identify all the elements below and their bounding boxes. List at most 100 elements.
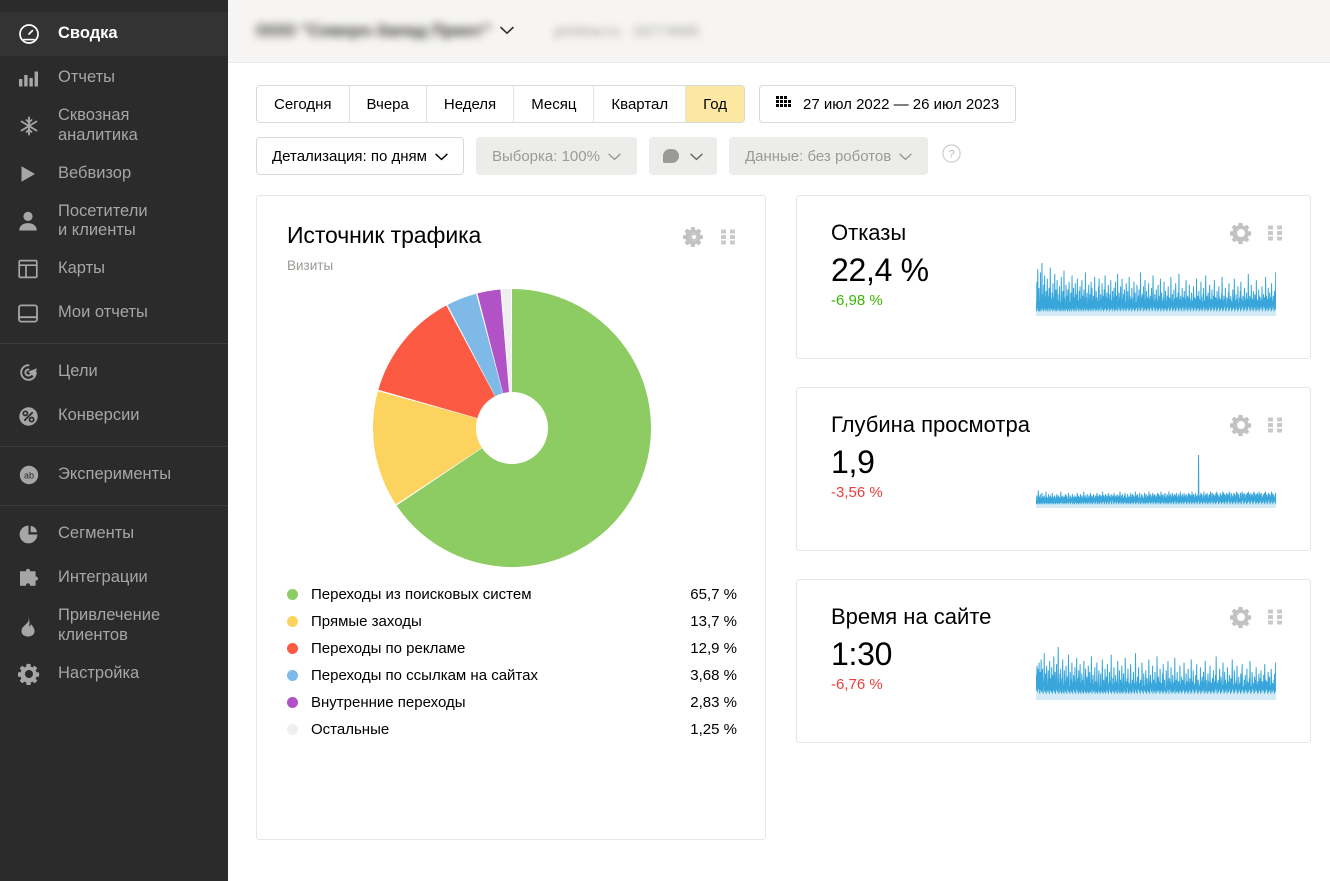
widget-title: Источник трафика: [287, 222, 482, 248]
legend-value: 3,68 %: [690, 667, 737, 684]
snowflake-icon: [18, 114, 48, 138]
percent-icon: [18, 404, 48, 428]
sidebar-group-3: Сегменты Интеграции Привлечение клиентов На…: [0, 505, 228, 704]
gauge-icon: [18, 22, 48, 46]
metric-title: Время на сайте: [831, 604, 992, 629]
flame-icon: [18, 614, 48, 638]
sampling-label: Выборка: 100%: [491, 147, 600, 165]
gear-icon[interactable]: [1229, 222, 1252, 249]
chart-legend: Переходы из поисковых систем 65,7 % Прямые…: [287, 581, 737, 743]
sidebar-item-label: Сквозная аналитика: [58, 106, 138, 144]
sampling-dropdown[interactable]: Выборка: 100%: [475, 137, 637, 175]
grid-icon[interactable]: [1266, 224, 1284, 247]
sidebar-item-label: Интеграции: [58, 568, 148, 587]
pie-icon: [18, 522, 48, 546]
date-range-picker[interactable]: 27 июл 2022 — 26 июл 2023: [759, 85, 1017, 123]
sidebar-item-goals[interactable]: Цели: [0, 350, 228, 394]
sidebar-item-label: Сегменты: [58, 524, 135, 543]
grid-icon[interactable]: [719, 228, 737, 251]
sidebar-item-experiments[interactable]: ab Эксперименты: [0, 453, 228, 497]
main-content: ООО "Северо-Запад Принт" printnw.ru · 18…: [228, 0, 1330, 881]
chevron-down-icon: [690, 148, 703, 165]
donut-chart[interactable]: [287, 289, 737, 567]
detalization-dropdown[interactable]: Детализация: по дням: [256, 137, 464, 175]
legend-label: Переходы из поисковых систем: [311, 586, 532, 603]
legend-color-dot: [287, 643, 298, 654]
legend-item[interactable]: Переходы из поисковых систем 65,7 %: [287, 581, 737, 608]
metric-title: Отказы: [831, 220, 907, 245]
legend-value: 12,9 %: [690, 640, 737, 657]
legend-color-dot: [287, 724, 298, 735]
speech-bubble-icon: [662, 149, 679, 163]
sidebar-item-my-reports[interactable]: Мои отчеты: [0, 291, 228, 335]
account-chevron-down-icon[interactable]: [500, 22, 515, 40]
chevron-down-icon: [899, 148, 912, 165]
sidebar-group-1: Цели Конверсии: [0, 343, 228, 446]
sidebar-item-customer-acquisition[interactable]: Привлечение клиентов: [0, 600, 228, 652]
sidebar-item-visitors-and-clients[interactable]: Посетители и клиенты: [0, 196, 228, 248]
date-range-label: 27 июл 2022 — 26 июл 2023: [803, 95, 1000, 113]
period-quarter[interactable]: Квартал: [594, 86, 687, 122]
sidebar-item-settings[interactable]: Настройка: [0, 652, 228, 696]
traffic-source-widget: Источник трафика Визиты Переходы из поис…: [256, 195, 766, 840]
legend-value: 13,7 %: [690, 613, 737, 630]
sidebar-item-end-to-end-analytics[interactable]: Сквозная аналитика: [0, 100, 228, 152]
legend-label: Переходы по рекламе: [311, 640, 466, 657]
yandex-metrica-dashboard: Сводка Отчеты Сквозная аналитика Вебвизор По…: [0, 0, 1330, 881]
sidebar-group-2: ab Эксперименты: [0, 446, 228, 505]
legend-item[interactable]: Переходы по рекламе 12,9 %: [287, 635, 737, 662]
legend-label: Переходы по ссылкам на сайтах: [311, 667, 538, 684]
sidebar-item-label: Мои отчеты: [58, 303, 148, 322]
sidebar-item-summary[interactable]: Сводка: [0, 12, 228, 56]
metric-sparkline: [1036, 454, 1276, 508]
legend-label: Прямые заходы: [311, 613, 422, 630]
sidebar-item-segments[interactable]: Сегменты: [0, 512, 228, 556]
period-week[interactable]: Неделя: [426, 86, 515, 122]
sidebar-item-label: Сводка: [58, 24, 118, 43]
legend-item[interactable]: Остальные 1,25 %: [287, 716, 737, 743]
legend-item[interactable]: Внутренние переходы 2,83 %: [287, 689, 737, 716]
sidebar-item-label: Карты: [58, 259, 106, 278]
comments-dropdown[interactable]: [648, 137, 717, 175]
gear-icon[interactable]: [1229, 606, 1252, 633]
metric-widgets-column: Отказы 22,4 % -6,98 % Глубина просмотра 1,9-…: [796, 195, 1311, 743]
filters-toolbar: Сегодня Вчера Неделя Месяц Квартал Год 27 июл…: [228, 63, 1330, 175]
legend-color-dot: [287, 670, 298, 681]
period-month[interactable]: Месяц: [514, 86, 595, 122]
sidebar-item-maps[interactable]: Карты: [0, 247, 228, 291]
sidebar-item-integrations[interactable]: Интеграции: [0, 556, 228, 600]
period-yesterday[interactable]: Вчера: [349, 86, 427, 122]
sidebar-item-label: Привлечение клиентов: [58, 606, 161, 644]
help-icon[interactable]: ?: [942, 144, 961, 168]
gear-icon[interactable]: [683, 226, 705, 253]
widget-subtitle: Визиты: [287, 258, 334, 273]
metric-actions: [1229, 606, 1284, 633]
chevron-down-icon: [608, 148, 621, 165]
sidebar-item-label: Вебвизор: [58, 163, 132, 182]
sidebar-item-webvisor[interactable]: Вебвизор: [0, 152, 228, 196]
grid-icon[interactable]: [1266, 416, 1284, 439]
svg-text:?: ?: [949, 149, 955, 161]
sidebar-item-label: Отчеты: [58, 68, 116, 87]
top-bar: ООО "Северо-Запад Принт" printnw.ru · 18…: [228, 0, 1330, 63]
account-name[interactable]: ООО "Северо-Запад Принт": [256, 21, 491, 41]
ab-icon: ab: [18, 463, 48, 487]
legend-value: 2,83 %: [690, 694, 737, 711]
sidebar-item-reports[interactable]: Отчеты: [0, 56, 228, 100]
metric-widget-time-on-site: Время на сайте 1:30 -6,76 %: [796, 579, 1311, 743]
gear-icon: [18, 662, 48, 686]
sidebar-item-conversions[interactable]: Конверсии: [0, 394, 228, 438]
dashboard-grid: Источник трафика Визиты Переходы из поис…: [228, 175, 1330, 840]
period-year[interactable]: Год: [686, 86, 745, 122]
gear-icon[interactable]: [1229, 414, 1252, 441]
data-filter-dropdown[interactable]: Данные: без роботов: [728, 137, 929, 175]
legend-item[interactable]: Прямые заходы 13,7 %: [287, 608, 737, 635]
grid-icon[interactable]: [1266, 608, 1284, 631]
legend-value: 1,25 %: [690, 721, 737, 738]
period-today[interactable]: Сегодня: [257, 86, 350, 122]
sidebar-item-label: Эксперименты: [58, 465, 172, 484]
sidebar: Сводка Отчеты Сквозная аналитика Вебвизор По…: [0, 0, 228, 881]
detalization-label: Детализация: по дням: [272, 147, 427, 165]
legend-item[interactable]: Переходы по ссылкам на сайтах 3,68 %: [287, 662, 737, 689]
sidebar-item-label: Настройка: [58, 663, 140, 682]
